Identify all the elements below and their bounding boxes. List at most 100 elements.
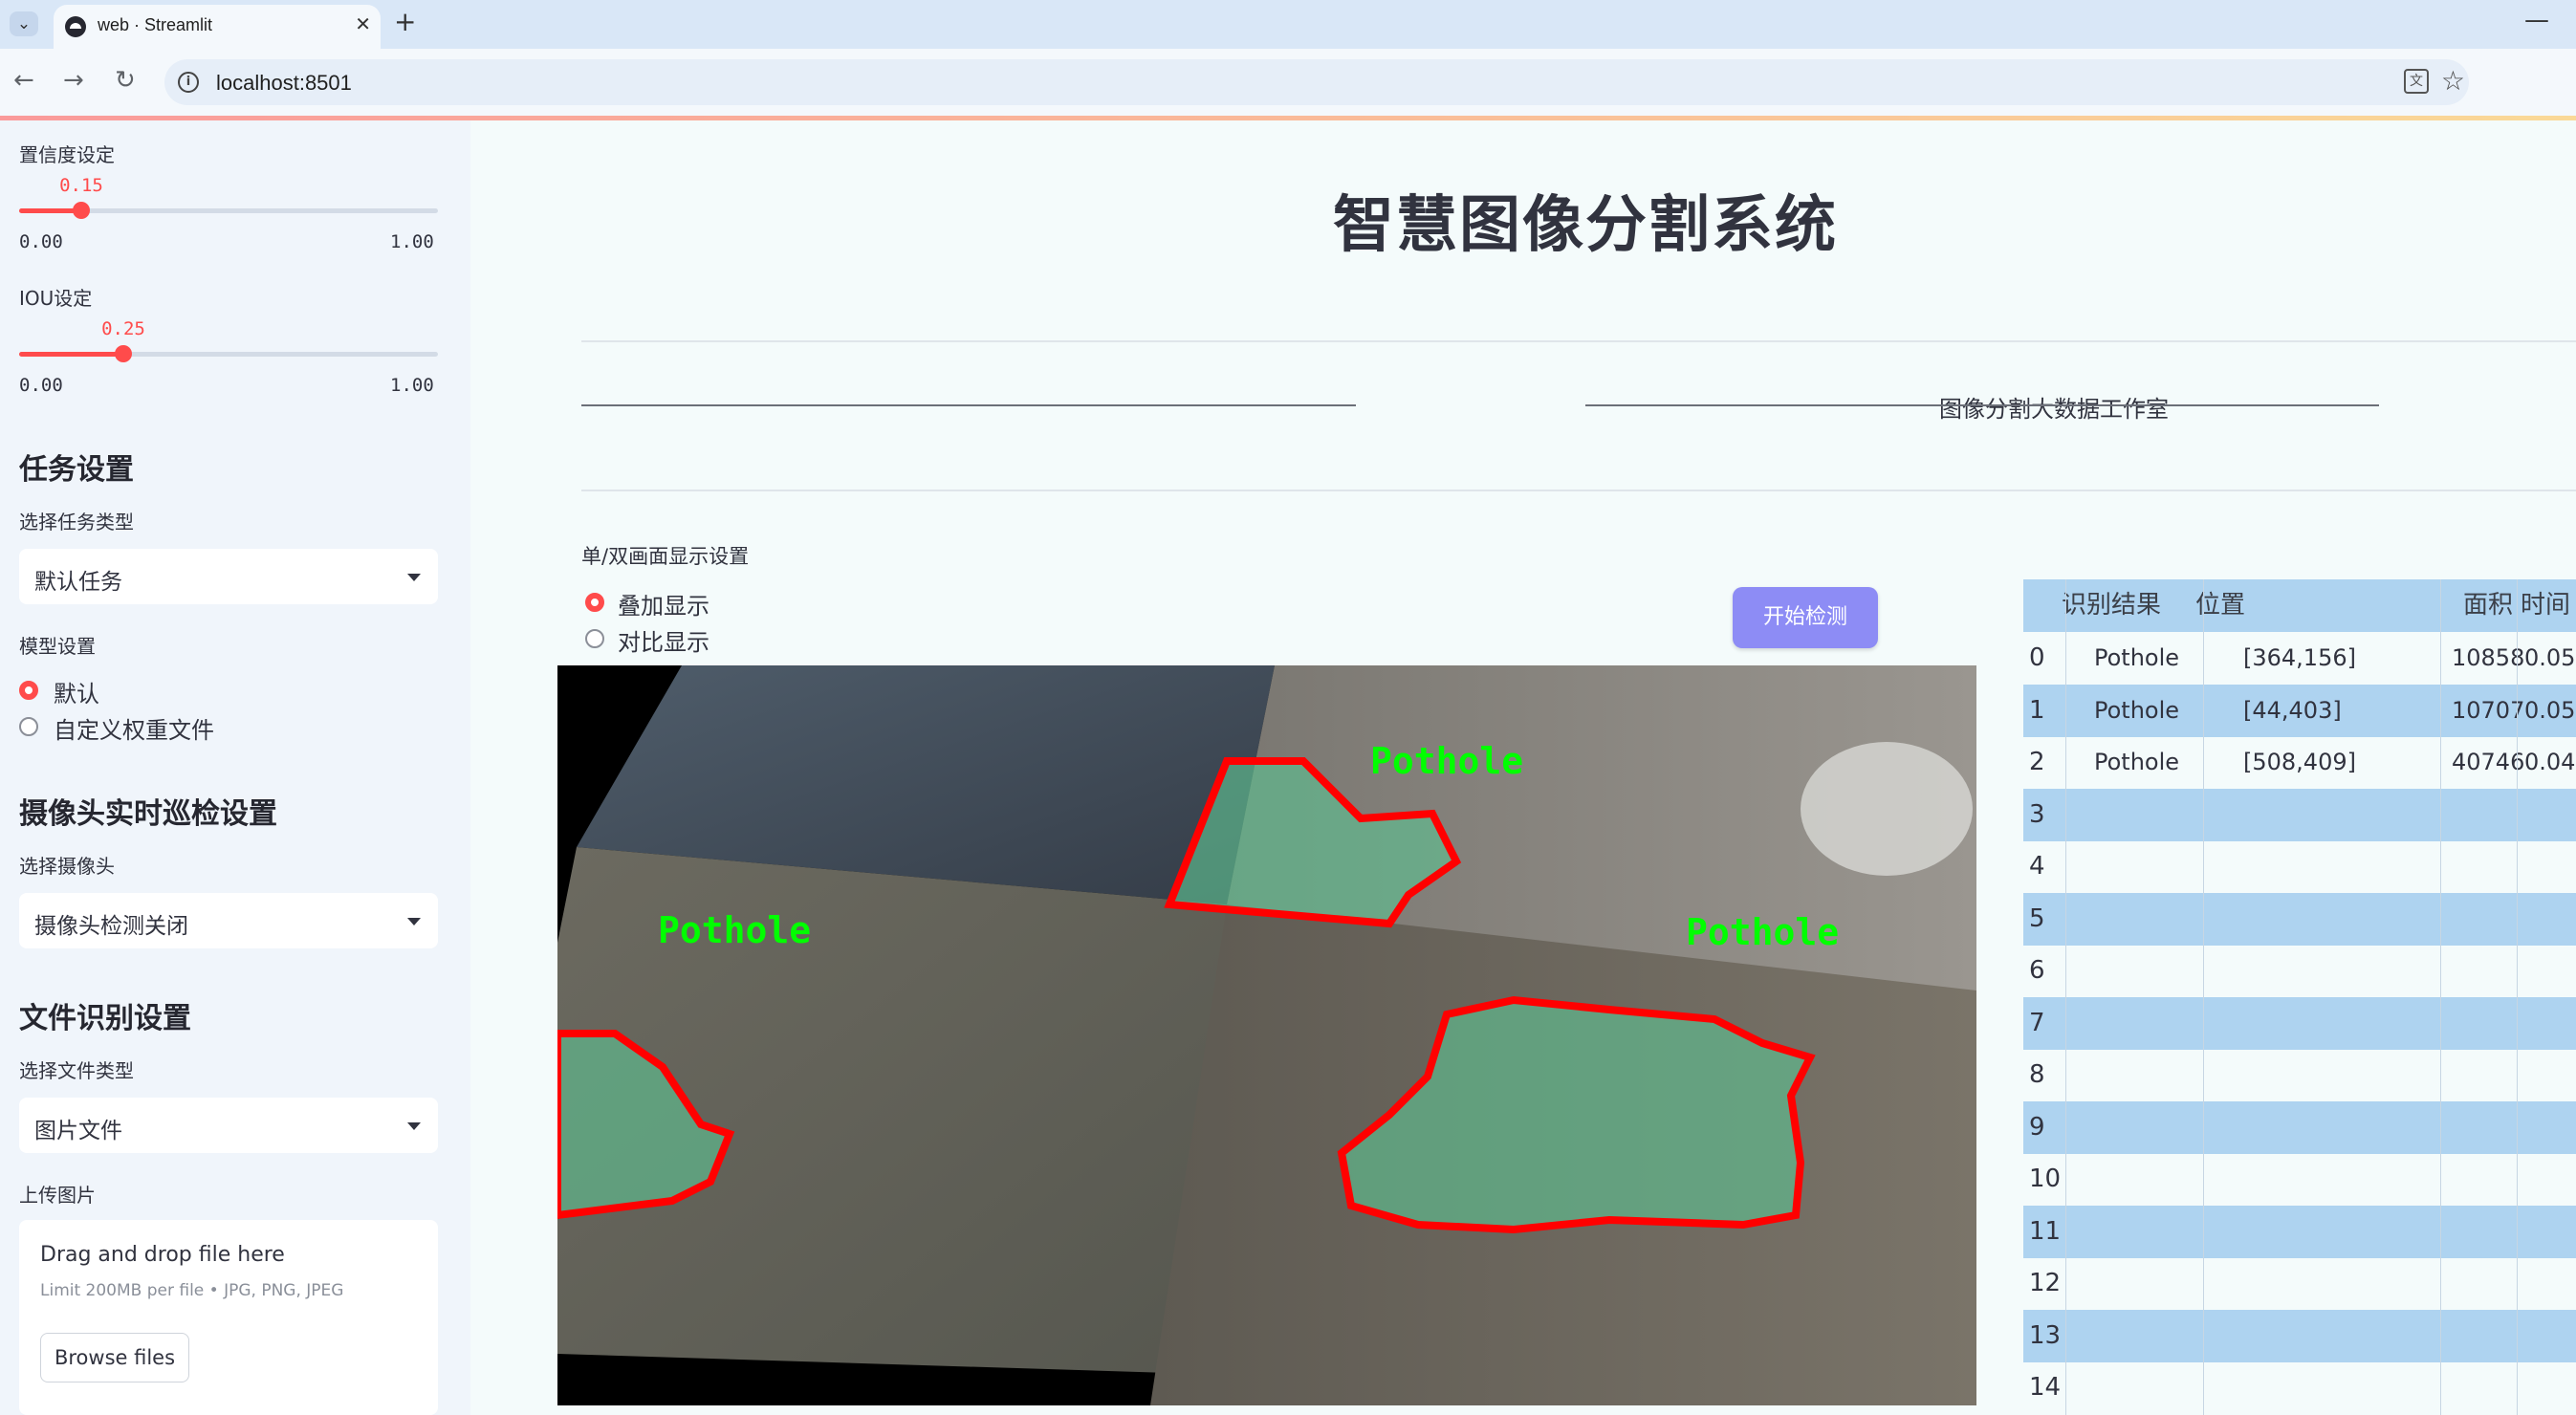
dropzone-title: Drag and drop file here (40, 1243, 285, 1267)
display-option-label: 对比显示 (618, 629, 709, 656)
column-header[interactable]: 时间 (2521, 579, 2570, 632)
table-row[interactable]: 8 (2023, 1049, 2576, 1101)
dropzone-limit: Limit 200MB per file • JPG, PNG, JPEG (40, 1281, 344, 1300)
table-header-row: 识别结果 位置 面积 时间 (2023, 579, 2576, 632)
results-table[interactable]: 识别结果 位置 面积 时间 0 Pothole [364,156] 10858 0.05 1 Pot… (2023, 579, 2576, 1415)
divider-caption: 图像分割大数据工作室 (1939, 396, 2169, 423)
table-row[interactable]: 4 (2023, 840, 2576, 893)
table-row[interactable]: 6 (2023, 945, 2576, 997)
column-header[interactable]: 面积 (2463, 579, 2513, 632)
mask-label-1: Pothole (658, 909, 811, 951)
start-detection-button[interactable]: 开始检测 (1733, 587, 1878, 648)
close-icon[interactable]: ✕ (355, 12, 371, 35)
browser-tab[interactable]: web · Streamlit ✕ (54, 5, 381, 49)
camera-select-value: 摄像头检测关闭 (34, 914, 188, 939)
chevron-down-icon (407, 574, 421, 581)
table-cell-area: 10707 (2452, 696, 2525, 724)
table-cell-time: 0.05 (2524, 696, 2576, 724)
file-type-select[interactable]: 图片文件 (19, 1098, 438, 1153)
detection-result-image: Pothole Pothole Pothole (557, 665, 1976, 1405)
table-cell-result: Pothole (2094, 644, 2180, 671)
browse-files-button[interactable]: Browse files (40, 1333, 189, 1382)
translate-icon[interactable]: 文 (2404, 69, 2429, 94)
table-cell-position: [364,156] (2243, 644, 2356, 671)
mask-label-0: Pothole (1370, 740, 1523, 782)
tab-title: web · Streamlit (98, 15, 213, 34)
upload-label: 上传图片 (19, 1184, 96, 1207)
column-header[interactable]: 识别结果 (2062, 579, 2161, 632)
confidence-label: 置信度设定 (19, 143, 115, 166)
confidence-slider-thumb[interactable] (73, 202, 90, 219)
task-type-select[interactable]: 默认任务 (19, 549, 438, 604)
task-type-label: 选择任务类型 (19, 511, 134, 533)
dash-rule-right (1585, 404, 2379, 406)
forward-arrow-icon[interactable]: → (63, 66, 84, 95)
address-bar[interactable]: i localhost:8501 文 ☆ (164, 59, 2469, 105)
display-option-label: 叠加显示 (618, 593, 709, 620)
task-type-value: 默认任务 (34, 570, 122, 595)
camera-select[interactable]: 摄像头检测关闭 (19, 893, 438, 948)
table-cell-index: 2 (2029, 748, 2045, 776)
site-info-icon[interactable]: i (178, 72, 199, 93)
table-row[interactable]: 14 (2023, 1361, 2576, 1414)
table-row[interactable]: 11 (2023, 1205, 2576, 1258)
table-column-rule (2517, 579, 2518, 1415)
new-tab-plus-icon[interactable]: + (394, 8, 416, 36)
table-row[interactable]: 2 Pothole [508,409] 40746 0.04 (2023, 736, 2576, 789)
bookmark-star-icon[interactable]: ☆ (2441, 65, 2465, 97)
minimize-icon[interactable]: — (2524, 6, 2549, 34)
table-cell-index: 13 (2029, 1320, 2062, 1350)
table-cell-time: 0.05 (2524, 644, 2576, 671)
table-row[interactable]: 3 (2023, 788, 2576, 841)
file-type-label: 选择文件类型 (19, 1059, 134, 1082)
iou-min: 0.00 (19, 375, 63, 396)
back-arrow-icon[interactable]: ← (13, 66, 34, 95)
table-cell-result: Pothole (2094, 696, 2180, 724)
table-cell-position: [44,403] (2243, 696, 2342, 724)
iou-label: IOU设定 (19, 287, 93, 310)
table-cell-index: 6 (2029, 956, 2045, 985)
url-text[interactable]: localhost:8501 (216, 71, 352, 96)
table-row[interactable]: 0 Pothole [364,156] 10858 0.05 (2023, 632, 2576, 685)
table-cell-index: 11 (2029, 1216, 2062, 1246)
browser-tab-bar: ⌄ web · Streamlit ✕ + — (0, 0, 2576, 49)
table-cell-index: 1 (2029, 695, 2045, 725)
iou-slider-thumb[interactable] (115, 345, 132, 362)
iou-slider[interactable] (19, 345, 438, 362)
iou-slider-fill (19, 352, 123, 357)
table-row[interactable]: 12 (2023, 1257, 2576, 1310)
table-row[interactable]: 13 (2023, 1309, 2576, 1362)
table-column-rule (2203, 579, 2204, 1415)
chevron-down-icon (407, 918, 421, 925)
confidence-min: 0.00 (19, 231, 63, 252)
table-row[interactable]: 1 Pothole [44,403] 10707 0.05 (2023, 684, 2576, 737)
chevron-down-icon (407, 1122, 421, 1130)
model-option-label: 默认 (54, 681, 99, 708)
confidence-slider[interactable] (19, 202, 438, 219)
table-row[interactable]: 10 (2023, 1153, 2576, 1206)
radio-selected-icon[interactable] (585, 593, 604, 612)
radio-unselected-icon[interactable] (19, 717, 38, 736)
dash-rule-left (581, 404, 1356, 406)
model-option-label: 自定义权重文件 (54, 717, 214, 744)
table-cell-time: 0.04 (2524, 749, 2576, 775)
table-row[interactable]: 9 (2023, 1100, 2576, 1154)
table-cell-index: 0 (2029, 643, 2045, 672)
display-mode-label: 单/双画面显示设置 (581, 545, 750, 568)
radio-unselected-icon[interactable] (585, 629, 604, 648)
file-type-value: 图片文件 (34, 1119, 122, 1143)
table-cell-area: 10858 (2452, 644, 2525, 671)
table-cell-index: 3 (2029, 799, 2045, 829)
table-cell-result: Pothole (2094, 749, 2180, 775)
radio-selected-icon[interactable] (19, 681, 38, 700)
table-row[interactable]: 7 (2023, 996, 2576, 1050)
reload-icon[interactable]: ↻ (115, 66, 136, 95)
table-cell-index: 5 (2029, 903, 2045, 933)
tab-search-chevron-icon[interactable]: ⌄ (10, 11, 38, 36)
divider (581, 490, 2576, 491)
iou-value: 0.25 (101, 318, 145, 339)
table-cell-index: 10 (2029, 1165, 2062, 1193)
table-row[interactable]: 5 (2023, 892, 2576, 946)
confidence-value: 0.15 (59, 175, 103, 196)
file-dropzone[interactable]: Drag and drop file here Limit 200MB per … (19, 1220, 438, 1415)
